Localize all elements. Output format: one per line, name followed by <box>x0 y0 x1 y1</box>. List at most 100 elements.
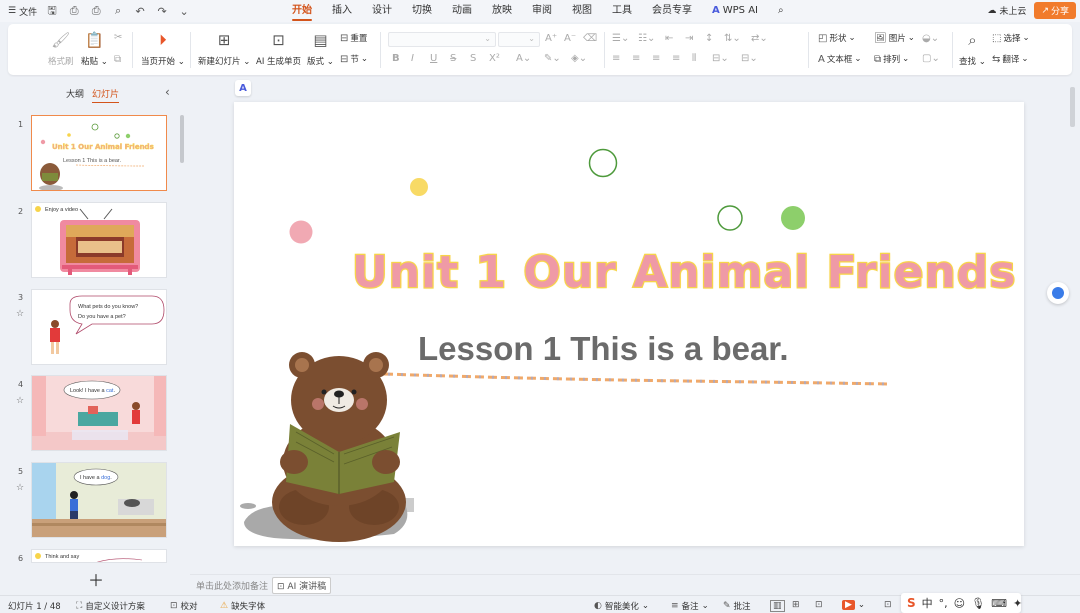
tab-transition[interactable]: 切换 <box>402 0 442 22</box>
superscript-icon[interactable]: X² <box>489 53 500 64</box>
tab-review[interactable]: 审阅 <box>522 0 562 22</box>
textbox-button[interactable]: A 文本框 ⌄ <box>818 53 861 66</box>
section-button[interactable]: ⊟ 节 ⌄ <box>340 53 368 66</box>
share-button[interactable]: ↗ 分享 <box>1034 2 1076 19</box>
tab-tools[interactable]: 工具 <box>602 0 642 22</box>
tab-home[interactable]: 开始 <box>282 0 322 22</box>
smart-beautify-button[interactable]: ◐ 智能美化 ⌄ <box>594 600 649 612</box>
justify-icon[interactable]: ≡ <box>672 53 680 64</box>
shadow-icon[interactable]: S <box>470 53 476 64</box>
reset-button[interactable]: ⊟ 重置 <box>340 32 367 45</box>
translate-button[interactable]: ⇆ 翻译 ⌄ <box>992 53 1029 66</box>
slide-thumbnail-1[interactable]: Unit 1 Our Animal Friends Lesson 1 This … <box>31 115 167 191</box>
convert-icon[interactable]: ⇄⌄ <box>751 33 768 44</box>
numbered-list-icon[interactable]: ☷⌄ <box>638 33 655 44</box>
proofread-button[interactable]: ⊡ 校对 <box>170 600 198 612</box>
assistant-float-button[interactable] <box>1047 282 1069 304</box>
shape-button[interactable]: ◰ 形状 ⌄ <box>818 32 856 45</box>
keyboard-icon[interactable]: ⌨ <box>991 597 1007 610</box>
notes-input[interactable]: 单击此处添加备注 <box>196 579 268 592</box>
star-icon[interactable]: ☆ <box>16 396 24 406</box>
export-icon[interactable]: ⎙ <box>67 4 81 18</box>
search-icon[interactable]: ⌕ <box>768 0 794 22</box>
slide-title[interactable]: Unit 1 Our Animal Friends <box>351 246 1017 300</box>
print-icon[interactable]: ⎙ <box>89 4 103 18</box>
columns-icon[interactable]: ⫴ <box>692 53 696 64</box>
normal-view-icon[interactable]: ▥ <box>770 600 785 612</box>
star-icon[interactable]: ☆ <box>16 309 24 319</box>
align-left-icon[interactable]: ≡ <box>612 53 620 64</box>
start-from-current-button[interactable]: ⏵ 当页开始 ⌄ <box>141 24 185 67</box>
new-slide-button[interactable]: ⊞ 新建幻灯片 ⌄ <box>198 24 250 67</box>
slide-thumbnail-5[interactable]: I have a dog. <box>31 462 167 538</box>
tab-insert[interactable]: 插入 <box>322 0 362 22</box>
bold-icon[interactable]: B <box>392 53 400 64</box>
ai-speech-button[interactable]: ⊡ AI 演讲稿 <box>272 577 332 594</box>
cut-icon[interactable]: ✂ <box>114 32 122 43</box>
slide-thumbnail-6[interactable]: Think and say <box>31 549 167 563</box>
fill-icon[interactable]: ◒⌄ <box>922 33 939 44</box>
format-painter-button[interactable]: 🖌 格式刷 <box>48 24 74 67</box>
strikethrough-icon[interactable]: S̶ <box>450 53 456 64</box>
add-slide-icon[interactable]: ＋ <box>88 567 104 591</box>
emoji-icon[interactable]: ☺ <box>954 597 965 610</box>
font-color-icon[interactable]: A⌄ <box>516 53 531 64</box>
sidebar-scrollbar[interactable] <box>180 115 184 163</box>
align-center-icon[interactable]: ≡ <box>632 53 640 64</box>
bullet-list-icon[interactable]: ☰⌄ <box>612 33 629 44</box>
text-align-icon[interactable]: ⊟⌄ <box>741 53 758 64</box>
file-menu[interactable]: ☰ 文件 <box>8 5 37 18</box>
ime-language[interactable]: 中 <box>922 595 933 611</box>
tab-member[interactable]: 会员专享 <box>642 0 702 22</box>
align-right-icon[interactable]: ≡ <box>652 53 660 64</box>
tab-slides[interactable]: 幻灯片 <box>92 87 120 103</box>
font-shrink-icon[interactable]: A⁻ <box>564 33 576 44</box>
save-icon[interactable]: 🖫 <box>45 4 59 18</box>
underline-icon[interactable]: U <box>430 53 437 64</box>
increase-indent-icon[interactable]: ⇥ <box>685 33 693 44</box>
font-grow-icon[interactable]: A⁺ <box>545 33 557 44</box>
chevron-left-icon[interactable]: ‹ <box>165 85 170 99</box>
microphone-icon[interactable]: 🎙 <box>971 597 985 610</box>
print-preview-icon[interactable]: ⌕ <box>111 4 125 18</box>
canvas-scrollbar[interactable] <box>1070 87 1075 127</box>
italic-icon[interactable]: I <box>411 53 414 64</box>
slide-thumbnail-3[interactable]: What pets do you know? Do you have a pet… <box>31 289 167 365</box>
punctuation-icon[interactable]: °, <box>939 597 948 610</box>
slide-canvas[interactable]: Unit 1 Our Animal Friends Lesson 1 This … <box>234 102 1024 546</box>
outline-icon[interactable]: ▢⌄ <box>922 53 940 64</box>
font-size-select[interactable]: ⌄ <box>498 32 540 47</box>
picture-button[interactable]: 🖼 图片 ⌄ <box>874 32 915 45</box>
layout-button[interactable]: ▤ 版式 ⌄ <box>307 24 334 67</box>
text-effect-icon[interactable]: ◈⌄ <box>571 53 587 64</box>
skin-icon[interactable]: ✦ <box>1013 597 1022 610</box>
font-family-select[interactable]: ⌄ <box>388 32 496 47</box>
tab-wps-ai[interactable]: A WPS AI <box>702 0 768 22</box>
distribute-icon[interactable]: ⊟⌄ <box>712 53 729 64</box>
clear-format-icon[interactable]: ⌫ <box>583 33 597 44</box>
text-direction-icon[interactable]: ⇅⌄ <box>724 33 741 44</box>
ai-single-slide-button[interactable]: ⊡ AI 生成单页 <box>256 24 301 67</box>
tab-view[interactable]: 视图 <box>562 0 602 22</box>
slide-thumbnail-4[interactable]: Look! I have a cat. <box>31 375 167 451</box>
comments-button[interactable]: ✎ 批注 <box>723 600 751 612</box>
redo-icon[interactable]: ↷ <box>155 4 169 18</box>
line-spacing-icon[interactable]: ↕ <box>705 33 713 44</box>
decrease-indent-icon[interactable]: ⇤ <box>665 33 673 44</box>
highlight-icon[interactable]: ✎⌄ <box>544 53 561 64</box>
arrange-button[interactable]: ⧉ 排列 ⌄ <box>874 53 909 66</box>
sorter-view-icon[interactable]: ⊞ <box>792 600 800 610</box>
notes-toggle-button[interactable]: ≡ 备注 ⌄ <box>671 600 709 612</box>
fit-window-icon[interactable]: ⊡ <box>884 600 892 610</box>
custom-design-button[interactable]: ⛶ 自定义设计方案 <box>76 600 145 612</box>
star-icon[interactable]: ☆ <box>16 483 24 493</box>
reading-view-icon[interactable]: ⊡ <box>815 600 823 610</box>
paste-button[interactable]: 📋 粘贴 ⌄ <box>81 24 108 67</box>
tab-animation[interactable]: 动画 <box>442 0 482 22</box>
ime-toolbar[interactable]: S 中 °, ☺ 🎙 ⌨ ✦ <box>901 593 1022 613</box>
tab-slideshow[interactable]: 放映 <box>482 0 522 22</box>
slide-thumbnail-2[interactable]: Enjoy a video <box>31 202 167 278</box>
find-button[interactable]: ⌕ 查找 ⌄ <box>959 24 986 67</box>
tab-outline[interactable]: 大纲 <box>66 87 84 100</box>
copy-icon[interactable]: ⧉ <box>114 54 121 65</box>
